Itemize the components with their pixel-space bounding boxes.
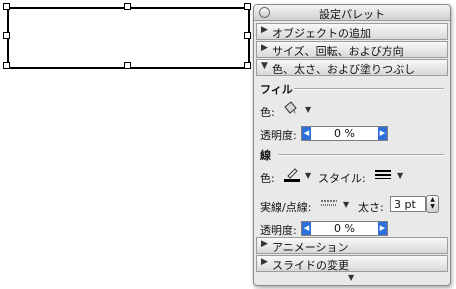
resize-handle[interactable] — [3, 32, 10, 39]
resize-handle[interactable] — [244, 32, 251, 39]
resize-handle[interactable] — [3, 62, 10, 69]
line-style-icon[interactable] — [374, 168, 392, 180]
fill-transparency-stepper[interactable]: ◀ 0 % ▶ — [301, 126, 388, 141]
increase-arrow-icon[interactable]: ▶ — [378, 222, 387, 235]
line-weight-value: 3 pt — [394, 198, 416, 211]
line-transparency-label: 透明度: — [260, 224, 297, 237]
decrease-arrow-icon[interactable]: ◀ — [302, 222, 311, 235]
resize-handle[interactable] — [124, 3, 131, 10]
section-color-weight-fill[interactable]: ▼ 色、太さ、および塗りつぶし — [256, 59, 448, 76]
resize-handle[interactable] — [3, 3, 10, 10]
fill-color-label: 色: — [260, 106, 275, 119]
resize-handle[interactable] — [244, 62, 251, 69]
line-color-label: 色: — [260, 172, 275, 185]
pen-icon[interactable] — [282, 166, 302, 182]
section-label: サイズ、回転、および方向 — [272, 45, 404, 58]
dash-style-dropdown[interactable]: ▼ — [343, 200, 349, 209]
line-group-header: 線 — [260, 149, 271, 162]
triangle-down-icon: ▼ — [261, 61, 268, 71]
palette-title: 設定パレット — [319, 8, 385, 21]
dash-style-icon[interactable] — [320, 198, 338, 210]
divider — [278, 154, 444, 156]
triangle-right-icon: ▶ — [261, 257, 268, 267]
palette-titlebar[interactable]: 設定パレット — [254, 5, 450, 21]
divider — [294, 88, 444, 90]
formatting-palette: 設定パレット ▶ オブジェクトの追加 ▶ サイズ、回転、および方向 ▼ 色、太さ… — [253, 4, 451, 286]
section-label: オブジェクトの追加 — [272, 27, 371, 40]
decrease-arrow-icon[interactable]: ◀ — [302, 127, 311, 140]
line-transparency-value: 0 % — [334, 222, 355, 235]
line-weight-label: 太さ: — [358, 201, 384, 214]
line-color-dropdown[interactable]: ▼ — [305, 171, 311, 180]
section-label: スライドの変更 — [272, 259, 349, 272]
section-label: アニメーション — [272, 241, 349, 254]
section-slide-change[interactable]: ▶ スライドの変更 — [256, 255, 448, 272]
line-weight-field[interactable]: 3 pt — [390, 196, 426, 212]
more-sections-icon[interactable]: ▼ — [348, 273, 354, 282]
line-weight-spinner[interactable]: ▲ ▼ — [426, 195, 439, 213]
fill-transparency-label: 透明度: — [260, 129, 297, 142]
resize-handle[interactable] — [244, 3, 251, 10]
section-size-rotation[interactable]: ▶ サイズ、回転、および方向 — [256, 41, 448, 58]
triangle-right-icon: ▶ — [261, 25, 268, 35]
section-animation[interactable]: ▶ アニメーション — [256, 237, 448, 254]
section-label: 色、太さ、および塗りつぶし — [272, 63, 416, 76]
paint-bucket-icon[interactable] — [282, 100, 300, 116]
resize-handle[interactable] — [124, 62, 131, 69]
triangle-right-icon: ▶ — [261, 239, 268, 249]
dash-style-label: 実線/点線: — [260, 201, 312, 214]
line-style-dropdown[interactable]: ▼ — [397, 171, 403, 180]
increase-arrow-icon[interactable]: ▶ — [378, 127, 387, 140]
fill-color-dropdown[interactable]: ▼ — [305, 105, 311, 114]
selected-rectangle-shape[interactable] — [7, 7, 250, 69]
line-transparency-stepper[interactable]: ◀ 0 % ▶ — [301, 221, 388, 236]
line-style-label: スタイル: — [318, 172, 366, 185]
fill-transparency-value: 0 % — [334, 127, 355, 140]
fill-group-header: フィル — [260, 83, 293, 96]
section-add-objects[interactable]: ▶ オブジェクトの追加 — [256, 23, 448, 40]
triangle-right-icon: ▶ — [261, 43, 268, 53]
